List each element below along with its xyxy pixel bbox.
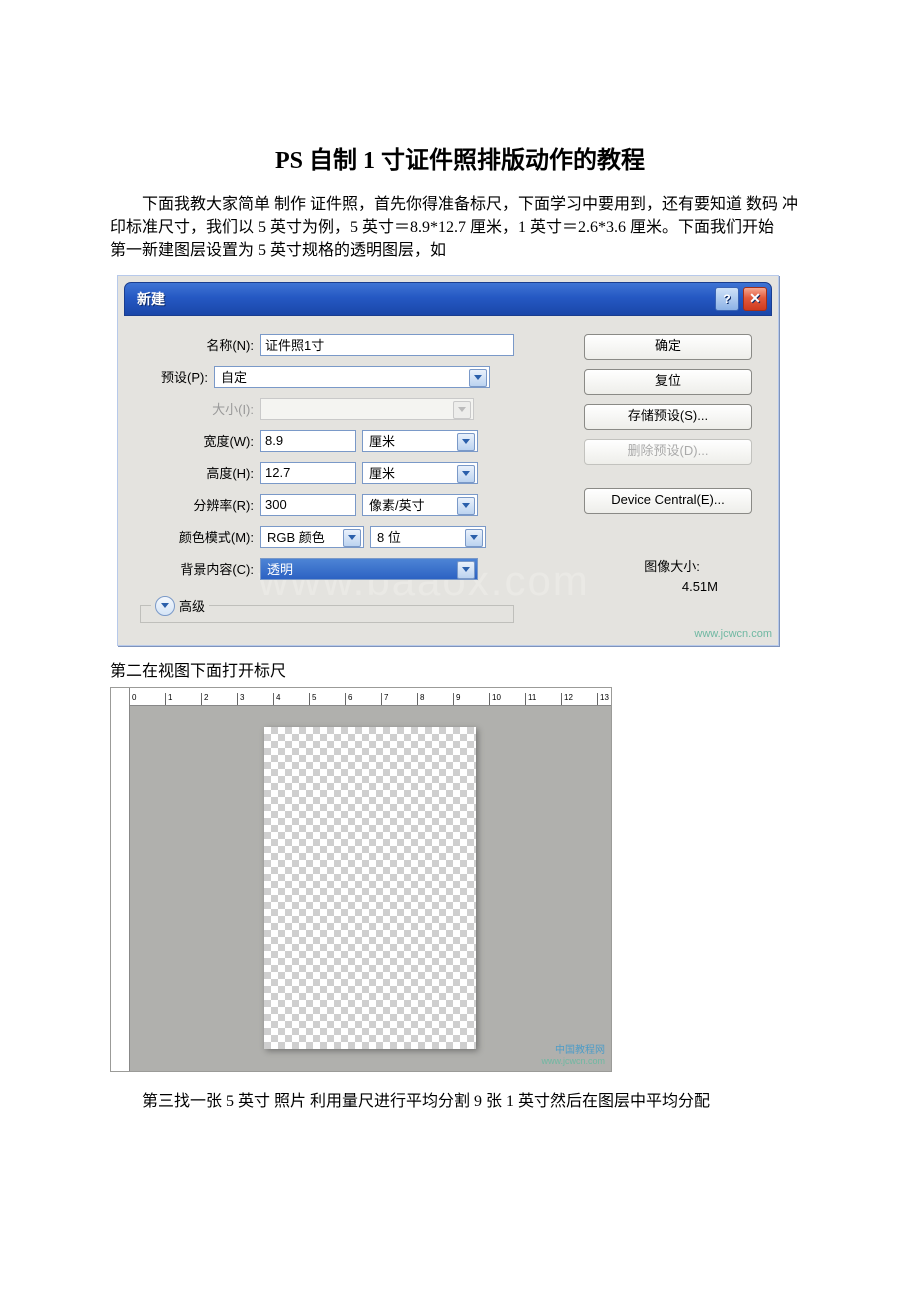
intro-paragraph: 下面我教大家简单 制作 证件照，首先你得准备标尺，下面学习中要用到，还有要知道 … (110, 193, 810, 239)
preset-select[interactable]: 自定 (214, 366, 490, 388)
ruler-tick: 9 (453, 693, 489, 705)
expand-icon[interactable] (155, 596, 175, 616)
transparent-canvas (264, 727, 476, 1049)
ruler-vertical (111, 688, 130, 1071)
ruler-horizontal: 01234567891011121314 (111, 688, 611, 706)
save-preset-button[interactable]: 存储预设(S)... (584, 404, 752, 430)
canvas-with-ruler: 01234567891011121314 中国教程网 www.jcwcn.com (110, 687, 612, 1072)
width-input[interactable]: 8.9 (260, 430, 356, 452)
image-size-value: 4.51M (584, 579, 760, 594)
name-label: 名称(N): (136, 335, 260, 354)
dialog-title-text: 新建 (137, 289, 165, 309)
ruler-tick: 12 (561, 693, 597, 705)
step-2-text: 第二在视图下面打开标尺 (110, 660, 810, 683)
ruler-tick: 1 (165, 693, 201, 705)
help-icon[interactable]: ? (715, 287, 739, 311)
ruler-tick: 4 (273, 693, 309, 705)
background-select[interactable]: 透明 (260, 558, 478, 580)
page-title: PS 自制 1 寸证件照排版动作的教程 (110, 140, 810, 175)
ruler-tick: 11 (525, 693, 561, 705)
device-central-button[interactable]: Device Central(E)... (584, 488, 752, 514)
width-unit-select[interactable]: 厘米 (362, 430, 478, 452)
resolution-label: 分辨率(R): (136, 495, 260, 514)
dialog-titlebar[interactable]: 新建 ? ✕ (124, 282, 772, 316)
delete-preset-button: 删除预设(D)... (584, 439, 752, 465)
reset-button[interactable]: 复位 (584, 369, 752, 395)
height-unit-select[interactable]: 厘米 (362, 462, 478, 484)
ruler-tick: 13 (597, 693, 611, 705)
image-size-label: 图像大小: (584, 556, 760, 575)
colormode-label: 颜色模式(M): (136, 527, 260, 546)
colorbits-select[interactable]: 8 位 (370, 526, 486, 548)
height-input[interactable]: 12.7 (260, 462, 356, 484)
background-label: 背景内容(C): (136, 559, 260, 578)
advanced-label: 高级 (179, 596, 205, 615)
ruler-tick: 6 (345, 693, 381, 705)
close-icon[interactable]: ✕ (743, 287, 767, 311)
ruler-tick: 7 (381, 693, 417, 705)
size-label: 大小(I): (136, 399, 260, 418)
size-select (260, 398, 474, 420)
preset-label: 预设(P): (100, 367, 214, 386)
advanced-fieldset: 高级 (140, 596, 514, 623)
canvas-watermark: 中国教程网 www.jcwcn.com (541, 1045, 605, 1067)
ruler-tick: 5 (309, 693, 345, 705)
resolution-unit-select[interactable]: 像素/英寸 (362, 494, 478, 516)
ruler-tick: 0 (129, 693, 165, 705)
width-label: 宽度(W): (136, 431, 260, 450)
ok-button[interactable]: 确定 (584, 334, 752, 360)
ruler-tick: 10 (489, 693, 525, 705)
ruler-tick: 3 (237, 693, 273, 705)
resolution-input[interactable]: 300 (260, 494, 356, 516)
name-input[interactable]: 证件照1寸 (260, 334, 514, 356)
ruler-tick: 2 (201, 693, 237, 705)
height-label: 高度(H): (136, 463, 260, 482)
ruler-tick: 8 (417, 693, 453, 705)
new-document-dialog: 新建 ? ✕ www.baaox.com 名称(N): 证件照1寸 预设(P):… (117, 275, 779, 646)
dialog-watermark: www.jcwcn.com (694, 628, 772, 640)
step-1-text: 第一新建图层设置为 5 英寸规格的透明图层，如 (110, 239, 810, 262)
colormode-select[interactable]: RGB 颜色 (260, 526, 364, 548)
step-3-text: 第三找一张 5 英寸 照片 利用量尺进行平均分割 9 张 1 英寸然后在图层中平… (110, 1090, 810, 1113)
